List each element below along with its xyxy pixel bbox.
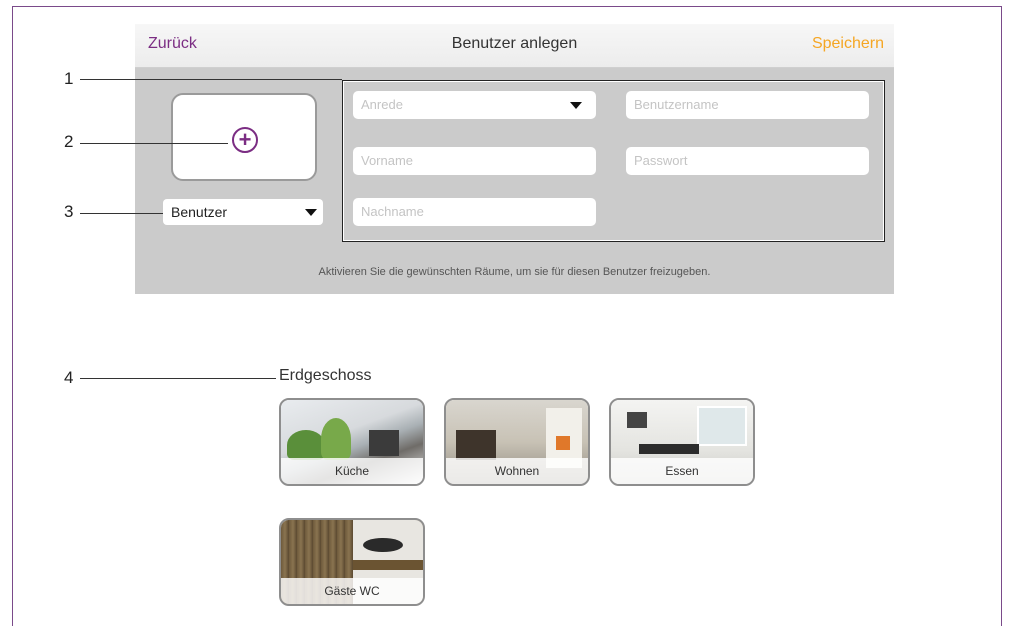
- floor-title: Erdgeschoss: [279, 367, 372, 384]
- role-select[interactable]: Benutzer: [163, 199, 323, 225]
- navigation-bar: Zurück Benutzer anlegen Speichern: [135, 24, 894, 68]
- add-photo-button[interactable]: +: [171, 93, 317, 181]
- callout-1: 1: [64, 69, 74, 88]
- username-field[interactable]: Benutzername: [626, 91, 869, 119]
- last-name-field[interactable]: Nachname: [353, 198, 596, 226]
- chevron-down-icon: [570, 102, 582, 109]
- rooms-hint-text: Aktivieren Sie die gewünschten Räume, um…: [318, 266, 711, 278]
- room-tile-wohnen[interactable]: Wohnen: [444, 398, 590, 486]
- plus-circle-icon: +: [232, 127, 258, 153]
- room-label: Wohnen: [446, 458, 588, 484]
- salutation-select[interactable]: Anrede: [353, 91, 596, 119]
- callout-3: 3: [64, 202, 74, 221]
- first-name-placeholder: Vorname: [361, 153, 414, 168]
- callout-2: 2: [64, 132, 74, 151]
- user-form-panel: + Benutzer Anrede Benutzername Vorname P…: [135, 68, 894, 294]
- last-name-placeholder: Nachname: [361, 204, 424, 219]
- room-tile-kueche[interactable]: Küche: [279, 398, 425, 486]
- save-button[interactable]: Speichern: [812, 35, 884, 53]
- room-label: Essen: [611, 458, 753, 484]
- callout-2-line: [80, 143, 228, 144]
- room-label: Küche: [281, 458, 423, 484]
- room-label: Gäste WC: [281, 578, 423, 604]
- room-tile-gaeste-wc[interactable]: Gäste WC: [279, 518, 425, 606]
- username-placeholder: Benutzername: [634, 97, 719, 112]
- callout-1-line: [80, 79, 342, 80]
- page-title: Benutzer anlegen: [451, 35, 578, 52]
- role-select-value: Benutzer: [171, 204, 228, 220]
- password-field[interactable]: Passwort: [626, 147, 869, 175]
- salutation-placeholder: Anrede: [361, 97, 403, 112]
- user-fields-group: Anrede Benutzername Vorname Passwort Nac…: [342, 80, 885, 242]
- chevron-down-icon: [305, 209, 317, 216]
- password-placeholder: Passwort: [634, 153, 688, 168]
- callout-4: 4: [64, 368, 74, 387]
- callout-4-line: [80, 378, 276, 379]
- room-tile-essen[interactable]: Essen: [609, 398, 755, 486]
- callout-3-line: [80, 213, 163, 214]
- first-name-field[interactable]: Vorname: [353, 147, 596, 175]
